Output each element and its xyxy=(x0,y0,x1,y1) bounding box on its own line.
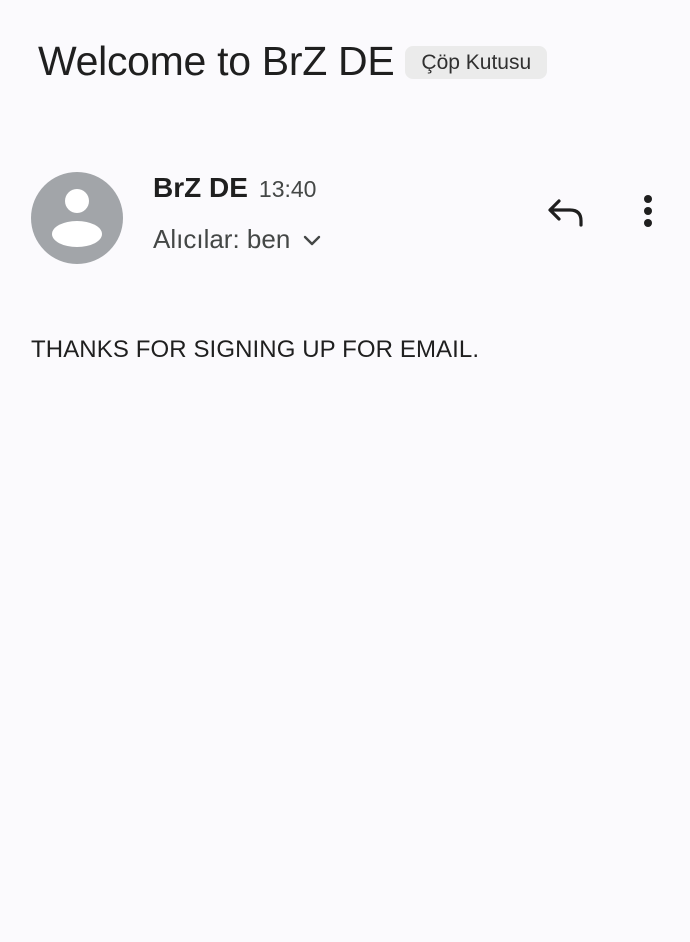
email-body: THANKS FOR SIGNING UP FOR EMAIL. xyxy=(31,336,480,363)
sender-name[interactable]: BrZ DE xyxy=(153,172,248,204)
sender-line: BrZ DE 13:40 xyxy=(153,172,316,204)
email-subject: Welcome to BrZ DE xyxy=(38,38,395,84)
more-options-button[interactable] xyxy=(624,186,672,236)
subject-row: Welcome to BrZ DE Çöp Kutusu xyxy=(38,36,548,86)
recipients-text: Alıcılar: ben xyxy=(153,224,291,254)
email-view: Welcome to BrZ DE Çöp Kutusu BrZ DE 13:4… xyxy=(0,0,690,942)
reply-icon xyxy=(548,199,583,227)
reply-button[interactable] xyxy=(538,188,594,236)
email-time: 13:40 xyxy=(258,176,317,202)
more-vert-icon xyxy=(644,195,652,227)
sender-avatar[interactable] xyxy=(31,172,123,264)
person-icon xyxy=(52,189,102,247)
recipients-toggle[interactable]: Alıcılar: ben xyxy=(153,224,324,255)
label-chip-trash[interactable]: Çöp Kutusu xyxy=(405,45,548,79)
chevron-down-icon xyxy=(304,235,321,245)
